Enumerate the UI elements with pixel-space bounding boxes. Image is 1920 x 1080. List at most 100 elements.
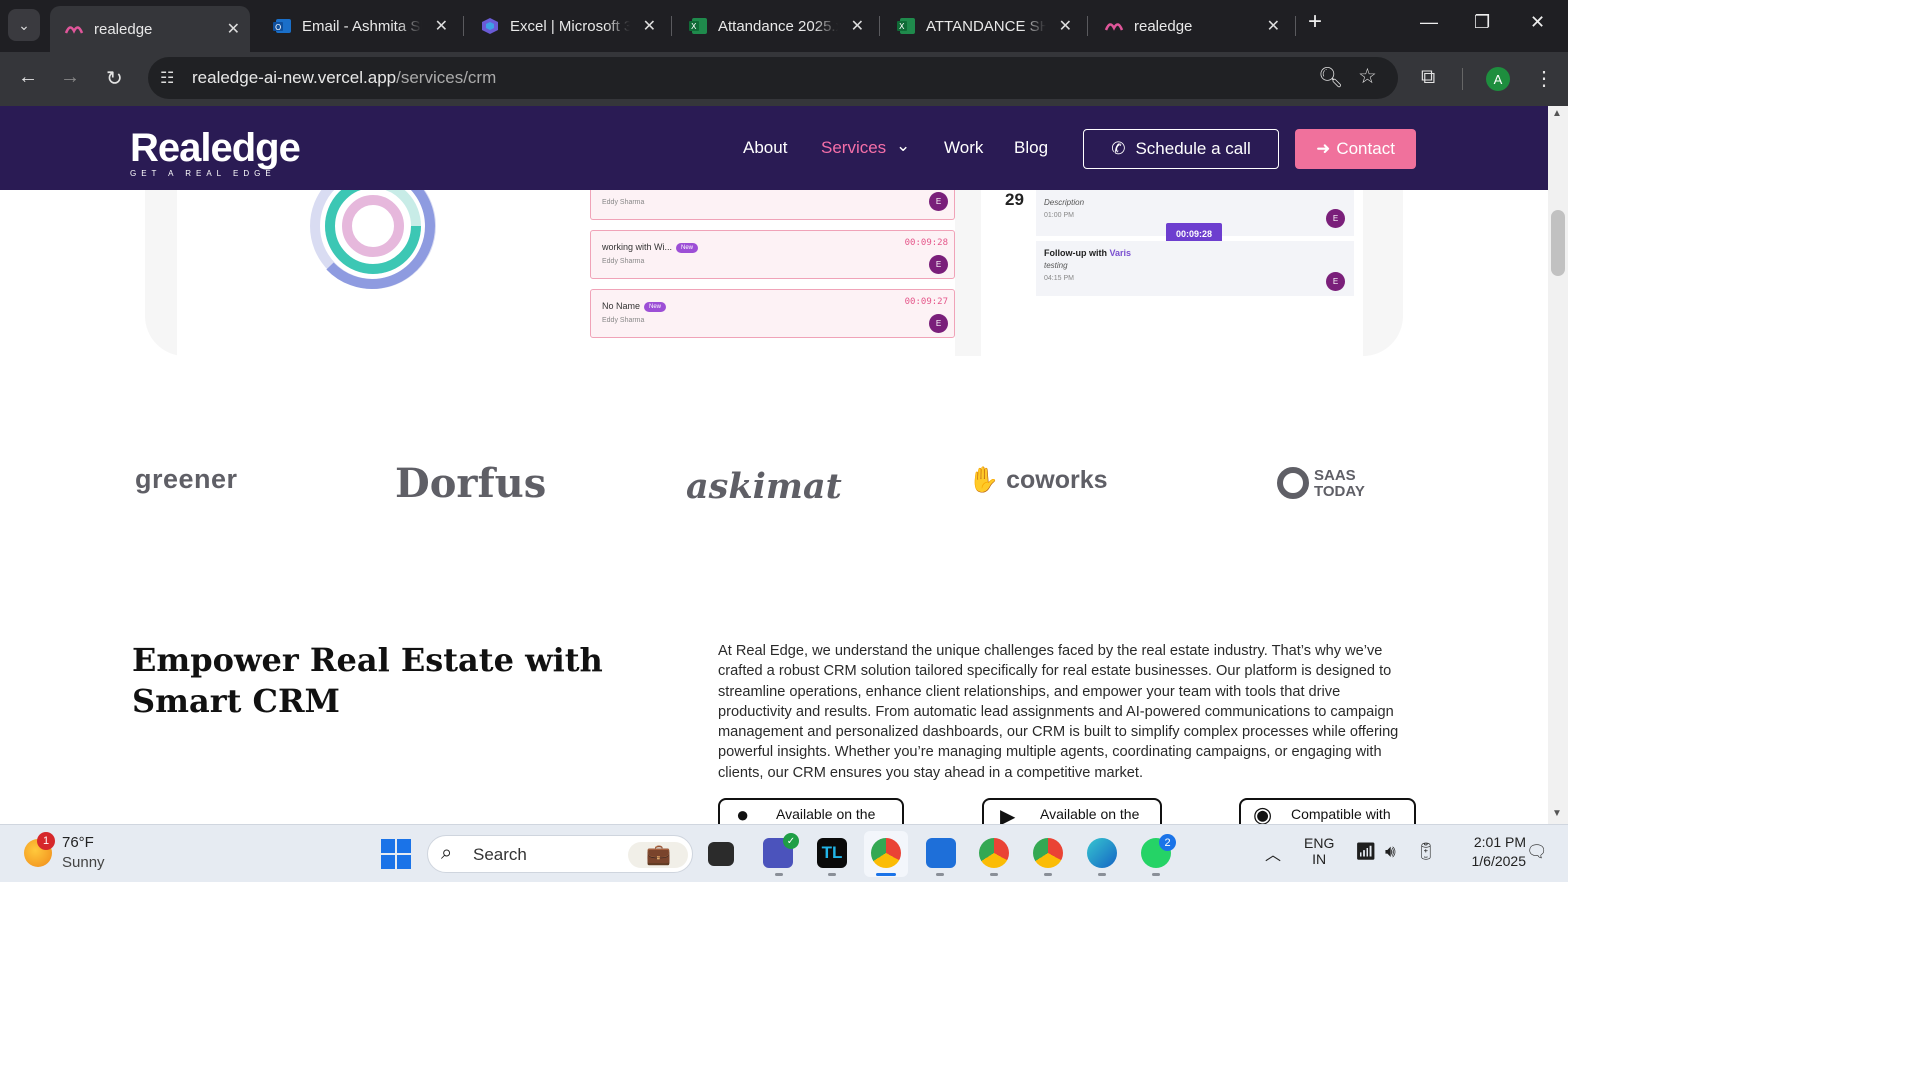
zoom-icon[interactable]: 🔍︎	[1318, 65, 1343, 90]
tab-divider	[463, 16, 464, 36]
status-check-icon: ✓	[783, 833, 799, 849]
back-icon[interactable]: ←	[18, 66, 38, 89]
donut-chart-icon	[310, 186, 436, 289]
saas-ring-icon	[1277, 467, 1309, 499]
close-tab-icon[interactable]: ✕	[1267, 16, 1280, 36]
nav-services[interactable]: Services	[821, 138, 886, 158]
weather-temp[interactable]: 76°F	[62, 834, 94, 851]
close-window-button[interactable]: ✕	[1530, 12, 1545, 33]
running-indicator	[775, 873, 783, 876]
chrome-profile-icon[interactable]	[871, 838, 901, 868]
weather-condition[interactable]: Sunny	[62, 854, 105, 871]
task-view-icon[interactable]	[708, 842, 734, 866]
brand-coworks: ✋ coworks	[968, 466, 1108, 494]
outlook-icon: O	[272, 16, 292, 36]
scroll-up-icon[interactable]: ▲	[1552, 108, 1562, 119]
realedge-logo[interactable]: Realedge GET A REAL EDGE	[130, 126, 301, 178]
minimize-button[interactable]: ―	[1420, 12, 1438, 33]
nav-blog[interactable]: Blog	[1014, 138, 1048, 158]
tab-attendance-2025[interactable]: X Attandance 2025.xl ✕	[674, 6, 874, 46]
schedule-call-button[interactable]: ✆ Schedule a call	[1083, 129, 1279, 169]
battery-icon[interactable]: 🔋︎	[1415, 842, 1437, 862]
scrollbar-thumb[interactable]	[1551, 210, 1565, 276]
notification-badge: 1	[37, 832, 55, 850]
lead-card[interactable]: No Name New Eddy Sharma 00:09:27 E	[590, 289, 955, 338]
new-tab-button[interactable]: +	[1308, 8, 1322, 36]
whatsapp-badge: 2	[1159, 834, 1176, 851]
running-indicator	[1044, 873, 1052, 876]
close-tab-icon[interactable]: ✕	[643, 16, 656, 36]
nav-about[interactable]: About	[743, 138, 787, 158]
tab-divider	[879, 16, 880, 36]
notepad-icon[interactable]	[926, 838, 956, 868]
realedge-favicon-icon	[64, 19, 84, 39]
phone-icon: ✆	[1111, 139, 1126, 158]
arrow-right-icon: ➜	[1316, 139, 1331, 158]
tl-app-icon[interactable]: TL	[817, 838, 847, 868]
close-tab-icon[interactable]: ✕	[227, 19, 240, 39]
profile-avatar[interactable]: A	[1486, 67, 1510, 91]
avatar: E	[1326, 209, 1345, 228]
search-icon: ⌕	[441, 842, 453, 864]
new-badge: New	[644, 301, 667, 312]
close-tab-icon[interactable]: ✕	[1059, 16, 1072, 36]
tab-search-button[interactable]: ⌄	[8, 9, 40, 41]
lead-name: No Name New	[602, 301, 667, 312]
bookmark-star-icon[interactable]: ☆	[1358, 64, 1377, 89]
excel-icon: X	[688, 16, 708, 36]
chrome-icon[interactable]	[979, 838, 1009, 868]
scroll-down-icon[interactable]: ▼	[1552, 808, 1562, 819]
edge-icon[interactable]	[1087, 838, 1117, 868]
calendar-day: 29	[1005, 190, 1024, 209]
running-indicator	[990, 873, 998, 876]
running-indicator	[828, 873, 836, 876]
contact-button[interactable]: ➜ Contact	[1295, 129, 1416, 169]
notifications-icon[interactable]: 🗨︎	[1526, 842, 1548, 862]
svg-text:O: O	[275, 23, 281, 32]
avatar: E	[929, 314, 948, 333]
address-bar[interactable]: ☷ realedge-ai-new.vercel.app/services/cr…	[148, 57, 1398, 99]
tab-excel-online[interactable]: Excel | Microsoft 36 ✕	[466, 6, 666, 46]
svg-text:X: X	[691, 22, 697, 31]
reload-icon[interactable]: ↻	[106, 66, 123, 91]
clock[interactable]: 2:01 PM 1/6/2025	[1452, 834, 1527, 869]
windows-start-icon[interactable]	[381, 839, 411, 869]
chevron-down-icon[interactable]: ⌄	[896, 136, 910, 156]
url-text: realedge-ai-new.vercel.app/services/crm	[192, 68, 497, 87]
tab-realedge-2[interactable]: realedge ✕	[1090, 6, 1290, 46]
site-info-icon[interactable]: ☷	[160, 68, 174, 88]
running-indicator	[1152, 873, 1160, 876]
chevron-down-icon: ⌄	[18, 16, 30, 33]
wifi-icon[interactable]: 📶︎	[1355, 842, 1377, 862]
page-scrollbar[interactable]: ▲ ▼	[1548, 106, 1568, 824]
close-tab-icon[interactable]: ✕	[435, 16, 448, 36]
restore-button[interactable]: ❐	[1474, 12, 1490, 33]
extensions-icon[interactable]: ⧉	[1421, 66, 1435, 89]
tab-attendance-sheet[interactable]: X ATTANDANCE SHE ✕	[882, 6, 1082, 46]
nav-work[interactable]: Work	[944, 138, 983, 158]
followup-item[interactable]: Follow-up with Varis testing 04:15 PM E	[1036, 241, 1354, 296]
running-indicator	[1098, 873, 1106, 876]
play-store-button[interactable]: ▶ Available on the	[982, 798, 1162, 824]
chrome-icon[interactable]	[1033, 838, 1063, 868]
tab-email[interactable]: O Email - Ashmita Sh ✕	[258, 6, 458, 46]
close-tab-icon[interactable]: ✕	[851, 16, 864, 36]
taskbar-search[interactable]: ⌕ Search 💼	[427, 835, 693, 873]
forward-icon[interactable]: →	[60, 66, 80, 89]
tab-divider	[1295, 16, 1296, 36]
tab-divider	[1087, 16, 1088, 36]
lead-timer: 00:09:28	[904, 238, 948, 248]
browser-menu-icon[interactable]: ⋮	[1534, 66, 1554, 91]
microsoft365-icon	[480, 16, 500, 36]
chevron-up-icon[interactable]: ︿	[1265, 841, 1281, 865]
compatible-button[interactable]: ◉ Compatible with	[1239, 798, 1416, 824]
section-heading: Empower Real Estate with Smart CRM	[132, 641, 603, 720]
app-store-button[interactable]: ● Available on the	[718, 798, 904, 824]
lead-card[interactable]: working with Wi... New Eddy Sharma 00:09:…	[590, 230, 955, 279]
section-paragraph: At Real Edge, we understand the unique c…	[718, 643, 1399, 781]
language-indicator[interactable]: ENG IN	[1304, 835, 1334, 867]
tab-realedge[interactable]: realedge ✕	[50, 6, 250, 52]
excel-icon: X	[896, 16, 916, 36]
volume-icon[interactable]: 🔊︎	[1385, 842, 1396, 862]
hand-icon: ✋	[968, 466, 1000, 494]
